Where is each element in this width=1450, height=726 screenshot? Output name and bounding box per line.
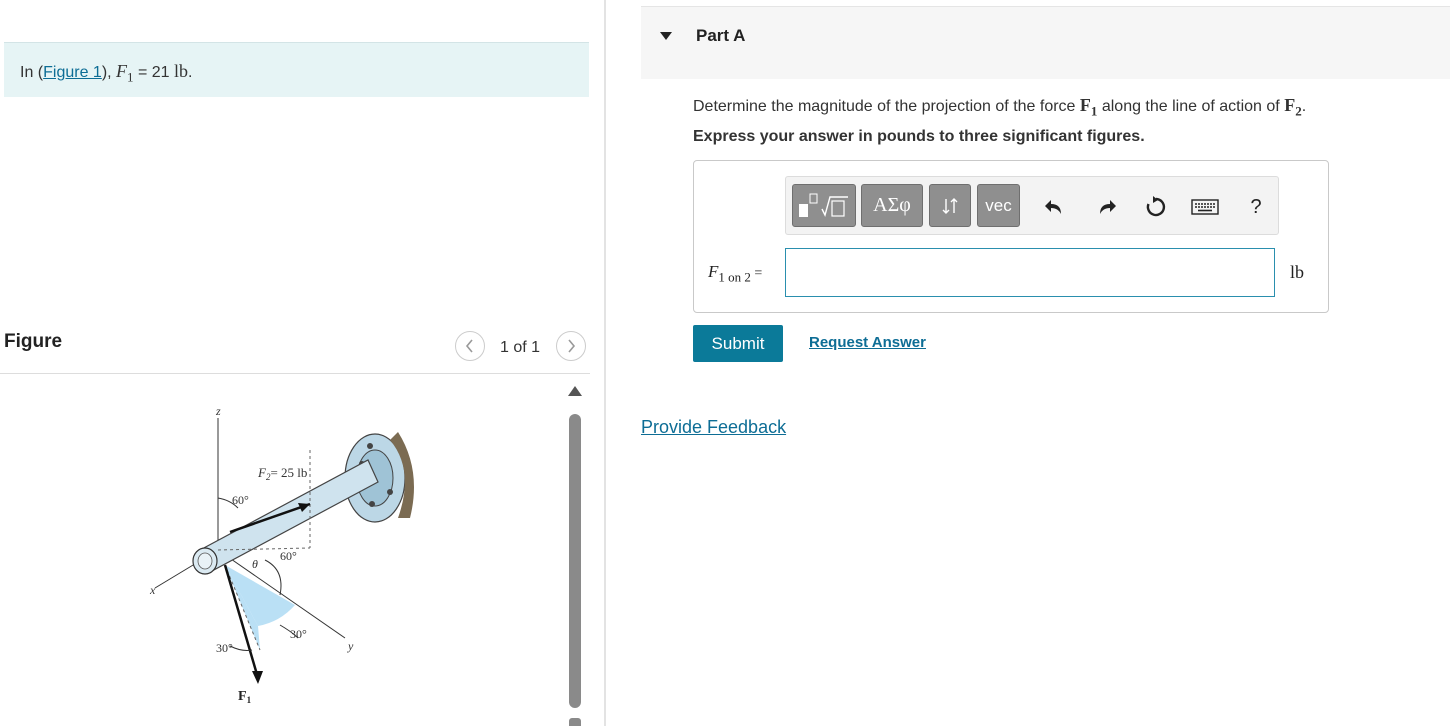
label-x: x — [149, 583, 156, 597]
submit-button[interactable]: Submit — [693, 325, 783, 362]
caret-down-icon[interactable] — [659, 31, 673, 41]
provide-feedback-link[interactable]: Provide Feedback — [641, 417, 786, 438]
previous-figure-button[interactable] — [455, 331, 485, 361]
figure-link[interactable]: Figure 1 — [43, 64, 102, 81]
part-a-title: Part A — [696, 26, 746, 45]
intro-suffix: ), — [101, 64, 117, 81]
problem-intro: In (Figure 1), F1 = 21 lb. — [4, 42, 589, 97]
label-60-top: 60° — [232, 493, 249, 507]
label-theta: θ — [252, 557, 258, 571]
scroll-up-arrow-icon[interactable] — [566, 384, 584, 398]
question-f1: F1 — [1079, 95, 1098, 119]
force-f1-symbol: F1 — [116, 61, 134, 85]
templates-icon — [799, 193, 848, 217]
figure-pager: 1 of 1 — [500, 339, 541, 356]
figure-diagram: z x y F2= 25 lb 60° 60° θ 30° 30° F1 — [149, 404, 414, 705]
answer-label: F1 on 2 = — [708, 262, 763, 285]
label-30-left: 30° — [216, 641, 233, 655]
up-down-arrows-icon — [942, 197, 958, 214]
vector-button[interactable]: vec — [977, 184, 1020, 227]
instruction-text: Express your answer in pounds to three s… — [693, 128, 1145, 145]
part-a-header[interactable]: Part A — [641, 6, 1450, 79]
question-f2: F2 — [1284, 95, 1302, 119]
greek-symbols-button[interactable]: ΑΣφ — [861, 184, 923, 227]
figure-title: Figure — [4, 331, 63, 352]
label-y: y — [347, 639, 354, 653]
intro-prefix: In ( — [20, 64, 44, 81]
question-text: Determine the magnitude of the projectio… — [693, 95, 1307, 119]
redo-icon[interactable] — [1095, 195, 1119, 219]
chevron-left-icon — [465, 339, 473, 353]
subscript-superscript-button[interactable] — [929, 184, 971, 227]
label-f2: F2= 25 lb — [257, 465, 307, 482]
reset-icon[interactable] — [1144, 195, 1168, 219]
unit-label: lb — [1290, 262, 1305, 282]
label-f1: F1 — [238, 689, 252, 705]
figure-divider — [0, 373, 590, 374]
intro-period: . — [188, 64, 193, 81]
label-z: z — [215, 404, 221, 418]
label-60-mid: 60° — [280, 549, 297, 563]
help-button[interactable]: ? — [1244, 195, 1268, 219]
scroll-down-arrow-icon[interactable] — [569, 718, 581, 726]
panel-divider — [604, 0, 606, 726]
undo-icon[interactable] — [1042, 195, 1066, 219]
intro-equals: = 21 — [133, 64, 175, 81]
label-30-right: 30° — [290, 627, 307, 641]
templates-button[interactable] — [792, 184, 856, 227]
chevron-right-icon — [568, 339, 576, 353]
figure-scrollbar-thumb[interactable] — [569, 414, 581, 708]
intro-unit: lb — [174, 61, 189, 81]
request-answer-link[interactable]: Request Answer — [809, 334, 926, 351]
answer-input[interactable] — [785, 248, 1275, 297]
keyboard-icon[interactable] — [1191, 195, 1219, 219]
math-toolbar: ΑΣφ vec ? — [785, 176, 1279, 235]
next-figure-button[interactable] — [556, 331, 586, 361]
